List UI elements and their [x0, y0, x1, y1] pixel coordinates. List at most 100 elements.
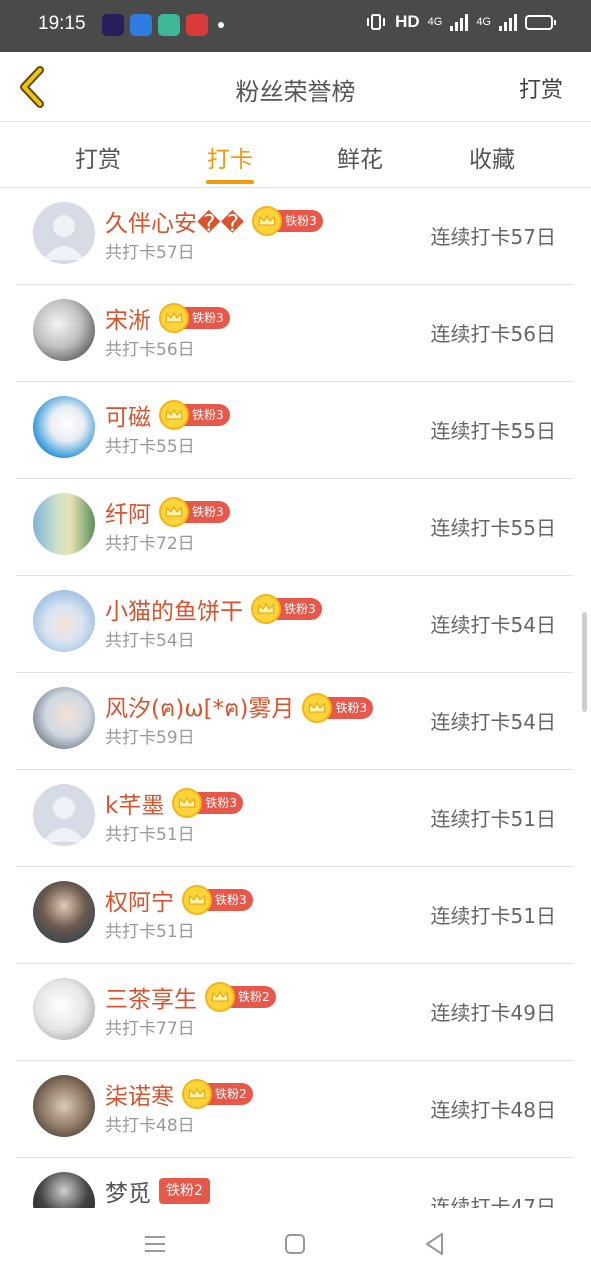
- scrollbar-thumb[interactable]: [582, 612, 587, 712]
- list-item[interactable]: 柒诺寒 铁粉2 共打卡48日 连续打卡48日: [16, 1061, 574, 1158]
- hd-indicator: HD: [395, 12, 420, 31]
- crown-icon: [252, 206, 283, 236]
- total-checkin: 共打卡48日: [105, 1116, 195, 1136]
- list-item[interactable]: 权阿宁 铁粉3 共打卡51日 连续打卡51日: [16, 867, 574, 964]
- streak-days: 连续打卡49日: [430, 1001, 556, 1025]
- avatar[interactable]: [33, 881, 95, 943]
- status-time: 19:15: [38, 13, 86, 34]
- streak-days: 连续打卡51日: [430, 807, 556, 831]
- fan-level-badge: 铁粉3: [172, 788, 243, 818]
- fan-level-badge: 铁粉3: [302, 693, 374, 723]
- user-name[interactable]: 三茶享生: [105, 980, 197, 1014]
- status-bar: 19:15 HD 4G 4G: [0, 0, 591, 52]
- streak-days: 连续打卡55日: [430, 419, 556, 443]
- tab-checkin[interactable]: 打卡: [190, 140, 270, 174]
- streak-days: 连续打卡56日: [430, 322, 556, 346]
- avatar[interactable]: [33, 784, 95, 846]
- crown-icon: [159, 400, 189, 430]
- user-name[interactable]: 可磁: [105, 398, 151, 432]
- tab-bar: 打赏 打卡 鲜花 收藏: [0, 122, 591, 188]
- crown-icon: [159, 497, 189, 527]
- notification-icons: [102, 14, 224, 36]
- total-checkin: 共打卡56日: [105, 340, 195, 360]
- home-icon[interactable]: [281, 1230, 309, 1258]
- streak-days: 连续打卡57日: [430, 225, 556, 249]
- avatar[interactable]: [33, 1172, 95, 1208]
- sim2-label: 4G: [476, 16, 491, 28]
- signal-2-icon: [499, 13, 517, 31]
- fan-level-badge: 铁粉3: [182, 885, 253, 915]
- fan-level-badge: 铁粉3: [159, 497, 230, 527]
- total-checkin: 共打卡72日: [105, 534, 195, 554]
- browser-app-icon: [130, 14, 152, 36]
- vibrate-icon: [367, 14, 386, 30]
- tab-favorites[interactable]: 收藏: [452, 140, 532, 174]
- fan-level-badge: 铁粉3: [159, 303, 230, 333]
- user-name[interactable]: 宋淅: [105, 301, 151, 335]
- streak-days: 连续打卡51日: [430, 904, 556, 928]
- tab-reward[interactable]: 打赏: [58, 140, 138, 174]
- streak-days: 连续打卡55日: [430, 516, 556, 540]
- user-name[interactable]: 小猫的鱼饼干: [105, 592, 243, 626]
- fan-level-label: 铁粉2: [159, 1178, 210, 1204]
- avatar[interactable]: [33, 978, 95, 1040]
- user-name[interactable]: 风汐(ฅ)ω[*ฅ)雾月: [105, 689, 294, 727]
- sim1-label: 4G: [427, 16, 443, 28]
- status-indicators: HD 4G 4G: [365, 12, 556, 32]
- streak-days: 连续打卡54日: [430, 710, 556, 734]
- total-checkin: 共打卡51日: [105, 922, 195, 942]
- list-item[interactable]: 风汐(ฅ)ω[*ฅ)雾月 铁粉3 共打卡59日 连续打卡54日: [16, 673, 574, 770]
- crown-icon: [205, 982, 235, 1012]
- user-name[interactable]: k芊墨: [105, 786, 164, 820]
- user-name[interactable]: 柒诺寒: [105, 1077, 174, 1111]
- avatar[interactable]: [33, 396, 95, 458]
- streak-days: 连续打卡47日: [430, 1195, 556, 1208]
- streak-days: 连续打卡54日: [430, 613, 556, 637]
- avatar[interactable]: [33, 687, 95, 749]
- ranking-list: 久伴心安�� 铁粉3 共打卡57日 连续打卡57日 宋淅 铁粉3 共打卡56日 …: [0, 188, 591, 1208]
- fan-level-badge: 铁粉3: [159, 400, 230, 430]
- more-notifications-icon: [218, 22, 224, 28]
- back-icon[interactable]: [421, 1230, 449, 1258]
- user-name[interactable]: 梦觅: [105, 1174, 151, 1208]
- list-item[interactable]: 小猫的鱼饼干 铁粉3 共打卡54日 连续打卡54日: [16, 576, 574, 673]
- crown-icon: [159, 303, 189, 333]
- total-checkin: 共打卡54日: [105, 631, 195, 651]
- user-name[interactable]: 权阿宁: [105, 883, 174, 917]
- active-tab-indicator: [206, 180, 254, 184]
- page-title: 粉丝荣誉榜: [235, 78, 356, 106]
- nav-bar: 粉丝荣誉榜 打赏: [0, 52, 591, 122]
- avatar[interactable]: [33, 590, 95, 652]
- message-app-icon: [158, 14, 180, 36]
- tab-flowers[interactable]: 鲜花: [320, 140, 400, 174]
- list-item[interactable]: 宋淅 铁粉3 共打卡56日 连续打卡56日: [16, 285, 574, 382]
- user-name[interactable]: 纤阿: [105, 495, 151, 529]
- total-checkin: 共打卡77日: [105, 1019, 195, 1039]
- list-item[interactable]: 可磁 铁粉3 共打卡55日 连续打卡55日: [16, 382, 574, 479]
- battery-icon: [525, 14, 556, 30]
- avatar[interactable]: [33, 299, 95, 361]
- reward-button[interactable]: 打赏: [519, 72, 563, 104]
- video-app-icon: [102, 14, 124, 36]
- fan-level-badge: 铁粉2: [159, 1177, 210, 1205]
- total-checkin: 共打卡59日: [105, 728, 195, 748]
- list-item[interactable]: 梦觅 铁粉2 连续打卡47日: [16, 1158, 574, 1208]
- fan-level-badge: 铁粉2: [205, 982, 276, 1012]
- avatar[interactable]: [33, 202, 95, 264]
- system-navigation-bar: [0, 1208, 591, 1280]
- crown-icon: [182, 1079, 212, 1109]
- user-name[interactable]: 久伴心安��: [105, 204, 244, 238]
- signal-1-icon: [450, 13, 469, 31]
- list-item[interactable]: 久伴心安�� 铁粉3 共打卡57日 连续打卡57日: [16, 188, 574, 285]
- menu-icon[interactable]: [141, 1230, 169, 1258]
- avatar[interactable]: [33, 493, 95, 555]
- total-checkin: 共打卡55日: [105, 437, 195, 457]
- list-item[interactable]: 三茶享生 铁粉2 共打卡77日 连续打卡49日: [16, 964, 574, 1061]
- crown-icon: [251, 594, 281, 624]
- list-item[interactable]: 纤阿 铁粉3 共打卡72日 连续打卡55日: [16, 479, 574, 576]
- streak-days: 连续打卡48日: [430, 1098, 556, 1122]
- fan-level-badge: 铁粉3: [251, 594, 322, 624]
- total-checkin: 共打卡57日: [105, 243, 195, 263]
- list-item[interactable]: k芊墨 铁粉3 共打卡51日 连续打卡51日: [16, 770, 574, 867]
- avatar[interactable]: [33, 1075, 95, 1137]
